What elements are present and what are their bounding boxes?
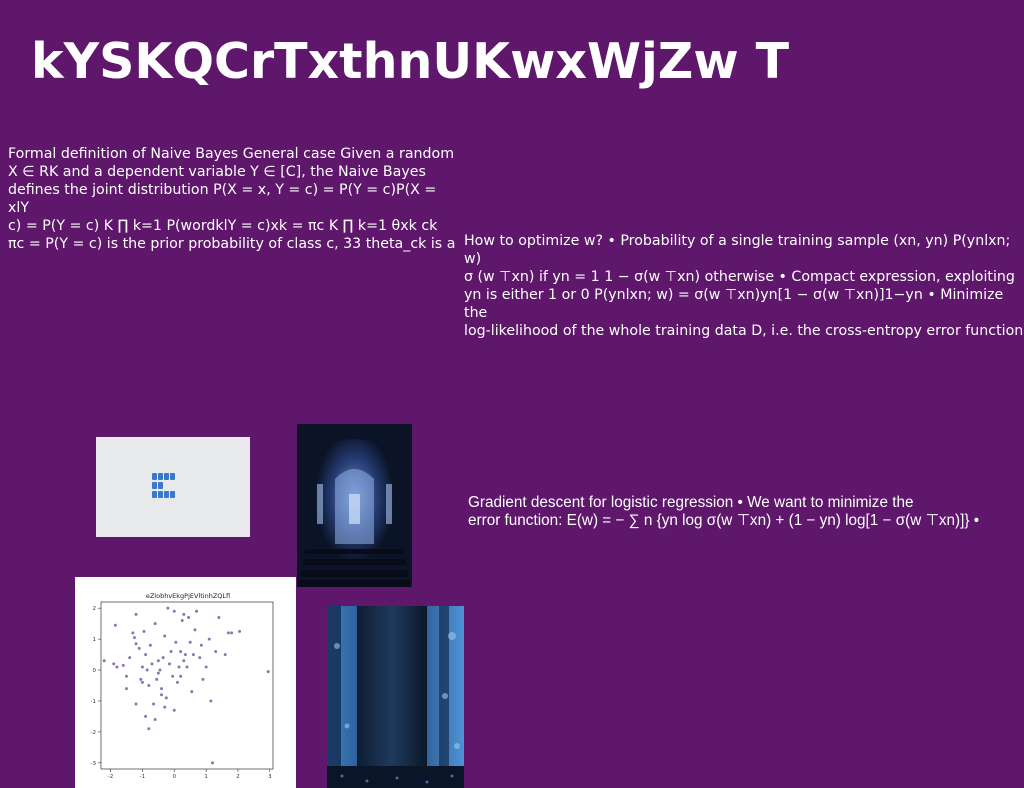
scatter-point — [174, 640, 178, 644]
scatter-point — [199, 643, 203, 647]
y-tick-label: 1 — [93, 637, 97, 643]
scatter-point — [210, 761, 214, 765]
scatter-point — [163, 634, 167, 638]
tree-trunk-photo — [327, 606, 464, 788]
scatter-point — [113, 623, 117, 627]
scatter-point — [140, 680, 144, 684]
scatter-point — [128, 656, 132, 660]
scatter-point — [156, 671, 160, 675]
scatter-point — [214, 649, 218, 653]
scatter-point — [180, 619, 184, 623]
gradient-descent-text: Gradient descent for logistic regression… — [468, 494, 980, 529]
y-tick-label: -2 — [91, 730, 96, 736]
scatter-point — [144, 714, 148, 718]
scatter-point — [144, 653, 148, 657]
x-tick-label: 0 — [173, 774, 177, 780]
scatter-point — [179, 649, 183, 653]
scatter-point — [169, 649, 173, 653]
scatter-point — [187, 615, 191, 619]
scatter-point — [160, 693, 164, 697]
scatter-point — [209, 699, 213, 703]
scatter-point — [217, 615, 221, 619]
scatter-point — [188, 640, 192, 644]
scatter-point — [156, 659, 160, 663]
scatter-point — [182, 612, 186, 616]
scatter-plot-figure: eZlobhvEkgPjEVltinhZQLfl -2 -1 0 1 2 3 2 1 0 -1 -2… — [75, 577, 296, 788]
scatter-point — [137, 646, 141, 650]
scatter-point — [238, 629, 242, 633]
scatter-point — [121, 663, 125, 667]
scatter-point — [179, 674, 183, 678]
y-tick-label: -1 — [91, 699, 96, 705]
scatter-point — [182, 659, 186, 663]
x-tick-label: 1 — [204, 774, 208, 780]
scatter-point — [147, 727, 151, 731]
chart-title: eZlobhvEkgPjEVltinhZQLfl — [146, 592, 230, 600]
scatter-point — [158, 668, 162, 672]
y-tick-label: 2 — [93, 606, 97, 612]
scatter-point — [152, 702, 156, 706]
scatter-point — [266, 670, 270, 674]
y-tick-label: -3 — [91, 761, 97, 767]
scatter-point — [147, 684, 151, 687]
scatter-point — [190, 690, 194, 694]
scatter-point — [167, 662, 171, 666]
scatter-point — [115, 665, 119, 669]
scatter-point — [112, 662, 116, 666]
scatter-point — [132, 636, 136, 640]
scatter-point — [175, 680, 179, 684]
scatter-point — [185, 665, 189, 669]
scatter-point — [183, 653, 187, 657]
scatter-point — [204, 665, 208, 669]
scatter-point — [134, 642, 138, 646]
scatter-point — [172, 708, 176, 712]
scatter-point — [172, 609, 176, 613]
scatter-point — [148, 643, 152, 647]
x-tick-label: 3 — [268, 774, 272, 780]
scatter-point — [193, 628, 197, 632]
scatter-point — [134, 612, 138, 616]
scatter-point — [134, 702, 138, 706]
x-tick-label: -1 — [140, 774, 145, 780]
scatter-point — [131, 631, 135, 635]
scatter-point — [161, 656, 165, 660]
scatter-point — [171, 674, 175, 678]
plot-frame — [100, 601, 274, 770]
scatter-chart: eZlobhvEkgPjEVltinhZQLfl -2 -1 0 1 2 3 2 1 0 -1 -2… — [91, 592, 274, 780]
scatter-point — [207, 637, 211, 641]
scatter-point — [145, 668, 149, 672]
x-tick-label: -2 — [108, 774, 113, 780]
scatter-point — [142, 629, 146, 633]
scatter-point — [195, 609, 199, 613]
scatter-point — [191, 653, 195, 657]
scatter-point — [160, 687, 164, 691]
y-tick-label: 0 — [93, 668, 97, 674]
scatter-point — [163, 705, 167, 709]
x-tick-label: 2 — [236, 774, 240, 780]
scatter-point — [153, 718, 157, 722]
scatter-point — [124, 687, 128, 691]
scatter-point — [198, 656, 202, 660]
scatter-point — [102, 659, 106, 663]
scatter-point — [230, 631, 234, 635]
scatter-point — [124, 674, 128, 678]
scatter-point — [223, 653, 227, 657]
optimize-w-text: How to optimize w? • Probability of a si… — [464, 233, 1024, 339]
scatter-point — [150, 662, 154, 666]
scatter-point — [164, 696, 168, 700]
slide-title: kYSKQCrTxthnUKwxWjZw T — [31, 33, 790, 90]
keycaps-photo — [96, 437, 250, 537]
scatter-point — [140, 665, 144, 669]
naive-bayes-text: Formal definition of Naive Bayes General… — [8, 146, 456, 252]
scatter-point — [153, 622, 157, 626]
scatter-point — [166, 606, 170, 610]
scatter-point — [139, 677, 143, 681]
scatter-point — [201, 677, 205, 681]
scatter-point — [226, 631, 230, 635]
scatter-point — [177, 665, 181, 669]
church-interior-photo — [297, 424, 412, 587]
scatter-point — [155, 677, 159, 681]
